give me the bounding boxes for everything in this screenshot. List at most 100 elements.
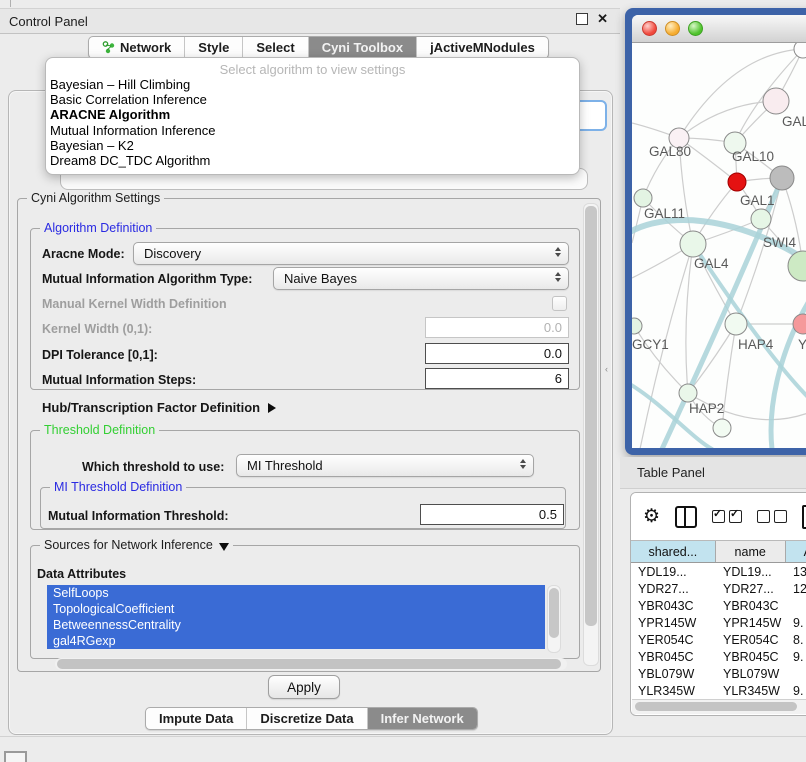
attribute-item[interactable]: BetweennessCentrality: [47, 617, 545, 633]
combo-arrows-icon: [555, 272, 561, 282]
tab-jactivemnodules[interactable]: jActiveMNodules: [417, 37, 548, 58]
tab-label: jActiveMNodules: [430, 40, 535, 55]
close-traffic-light-icon[interactable]: [642, 21, 657, 36]
table-panel-titlebar: Table Panel: [620, 457, 806, 489]
settings-scrollbar-thumb[interactable]: [585, 206, 597, 626]
combo-arrows-icon: [520, 459, 526, 469]
minimize-traffic-light-icon[interactable]: [665, 21, 680, 36]
zoom-traffic-light-icon[interactable]: [688, 21, 703, 36]
node-pink-top[interactable]: [763, 88, 789, 114]
attributes-scrollbar[interactable]: [547, 585, 561, 653]
table-row[interactable]: YBR045CYBR045C9.: [631, 648, 806, 665]
node-label-GCY1: GCY1: [632, 337, 669, 352]
settings-hscrollbar-thumb[interactable]: [57, 659, 561, 669]
dropdown-option[interactable]: Mutual Information Inference: [46, 123, 579, 138]
dock-square-icon[interactable]: [4, 751, 27, 762]
table-cell: YDR27...: [631, 582, 716, 596]
mi-threshold-label: Mutual Information Threshold:: [48, 509, 229, 523]
dropdown-option[interactable]: Bayesian – K2: [46, 138, 579, 153]
select-all-checkboxes-icon[interactable]: [712, 510, 742, 523]
settings-scrollbar[interactable]: [583, 203, 599, 666]
algorithm-dropdown-list: Select algorithm to view settings Bayesi…: [45, 57, 580, 175]
tab-infer-network[interactable]: Infer Network: [368, 708, 477, 729]
table-row[interactable]: YER054CYER054C8.: [631, 631, 806, 648]
tab-discretize-data[interactable]: Discretize Data: [247, 708, 367, 729]
node-HAP4[interactable]: [725, 313, 747, 335]
network-canvas[interactable]: GALGAL80GAL10GAL1GAL11SWI4GAL4GCY1HAP4YH…: [632, 43, 806, 448]
tab-label: Style: [198, 40, 229, 55]
tab-style[interactable]: Style: [185, 37, 243, 58]
network-edge: [686, 244, 693, 393]
tab-impute-data[interactable]: Impute Data: [146, 708, 247, 729]
tab-select[interactable]: Select: [243, 37, 308, 58]
dropdown-option[interactable]: Bayesian – Hill Climbing: [46, 77, 579, 92]
float-icon[interactable]: [576, 13, 588, 25]
table-cell: 9.: [786, 684, 806, 698]
table-row[interactable]: YLR345WYLR345W9.: [631, 682, 806, 699]
dropdown-option[interactable]: ARACNE Algorithm: [46, 107, 579, 122]
manual-kernel-label: Manual Kernel Width Definition: [42, 297, 227, 311]
tab-cyni-toolbox[interactable]: Cyni Toolbox: [309, 37, 417, 58]
column-header-A[interactable]: A: [786, 541, 806, 562]
gear-icon[interactable]: ⚙: [643, 507, 660, 526]
node-GAL1[interactable]: [751, 209, 771, 229]
application-window: Control Panel ✕ NetworkStyleSelectCyni T…: [0, 0, 806, 762]
network-window: GALGAL80GAL10GAL1GAL11SWI4GAL4GCY1HAP4YH…: [632, 15, 806, 448]
table-row[interactable]: YPR145WYPR145W9.: [631, 614, 806, 631]
node-gray[interactable]: [770, 166, 794, 190]
bottom-tabbar: Impute DataDiscretize DataInfer Network: [145, 707, 478, 730]
table-row[interactable]: YDL19...YDL19...13: [631, 563, 806, 580]
sources-title[interactable]: Sources for Network Inference: [40, 538, 233, 552]
which-threshold-combobox[interactable]: MI Threshold: [236, 454, 534, 477]
hub-section-toggle[interactable]: Hub/Transcription Factor Definition: [42, 400, 276, 415]
table-hscrollbar[interactable]: [632, 699, 806, 714]
mi-type-combobox[interactable]: Naive Bayes: [273, 267, 569, 290]
split-columns-icon[interactable]: [675, 506, 697, 528]
node-HAP2[interactable]: [679, 384, 697, 402]
collapsed-arrow-icon: [268, 403, 276, 413]
mi-steps-label: Mutual Information Steps:: [42, 373, 196, 387]
apply-button[interactable]: Apply: [268, 675, 340, 699]
deselect-all-checkboxes-icon[interactable]: [757, 510, 787, 523]
table-hscrollbar-thumb[interactable]: [635, 702, 797, 711]
table-row[interactable]: YDR27...YDR27...12: [631, 580, 806, 597]
node-label-GAL: GAL: [782, 114, 806, 129]
node-red[interactable]: [728, 173, 746, 191]
node-SWI4[interactable]: [788, 251, 806, 281]
kernel-width-field[interactable]: 0.0: [425, 317, 569, 338]
column-header-shared...[interactable]: shared...: [631, 541, 716, 562]
mi-type-value: Naive Bayes: [284, 271, 357, 286]
table-row[interactable]: YBL079WYBL079W: [631, 665, 806, 682]
node-partial-top[interactable]: [794, 43, 806, 58]
column-header-name[interactable]: name: [716, 541, 786, 562]
dpi-tolerance-field[interactable]: 0.0: [425, 343, 569, 364]
attribute-item[interactable]: SelfLoops: [47, 585, 545, 601]
attributes-scrollbar-thumb[interactable]: [549, 588, 559, 638]
close-icon[interactable]: ✕: [597, 14, 608, 24]
node-green-left2[interactable]: [632, 318, 642, 334]
algorithm-combobox-fragment[interactable]: [577, 100, 607, 131]
mi-threshold-field[interactable]: 0.5: [420, 504, 564, 525]
settings-hscrollbar[interactable]: [55, 658, 567, 670]
node-green-left[interactable]: [634, 189, 652, 207]
split-pane-handle[interactable]: ‹: [605, 364, 608, 374]
document-icon[interactable]: [802, 505, 806, 529]
attribute-item[interactable]: TopologicalCoefficient: [47, 601, 545, 617]
tab-network[interactable]: Network: [89, 37, 185, 58]
aracne-mode-combobox[interactable]: Discovery: [133, 242, 569, 265]
attribute-item[interactable]: gal4RGexp: [47, 633, 545, 649]
dropdown-option[interactable]: Basic Correlation Inference: [46, 92, 579, 107]
manual-kernel-checkbox[interactable]: [552, 296, 567, 311]
hub-section-label: Hub/Transcription Factor Definition: [42, 400, 260, 415]
node-label-GAL10: GAL10: [732, 149, 774, 164]
table-cell: YBR045C: [631, 650, 716, 664]
which-threshold-label: Which threshold to use:: [82, 460, 224, 474]
dropdown-option[interactable]: Dream8 DC_TDC Algorithm: [46, 153, 579, 168]
node-label-HAP2: HAP2: [689, 401, 724, 416]
node-GAL4[interactable]: [680, 231, 706, 257]
network-icon: [102, 41, 115, 54]
node-bottom[interactable]: [713, 419, 731, 437]
mi-steps-field[interactable]: 6: [425, 368, 569, 389]
network-window-titlebar: [632, 15, 806, 43]
table-row[interactable]: YBR043CYBR043C: [631, 597, 806, 614]
